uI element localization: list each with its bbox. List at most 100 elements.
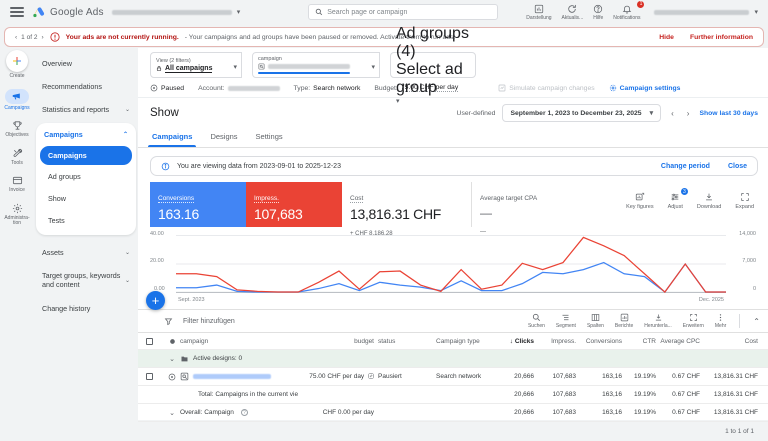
create-button[interactable]: Create xyxy=(6,50,28,80)
campaign-settings-link[interactable]: Campaign settings xyxy=(609,84,681,92)
nav-item-ad-groups[interactable]: Ad groups xyxy=(36,165,136,187)
metric-card-impressions[interactable]: Impress. 107,683 - 8,369 xyxy=(246,182,342,227)
table-columns-button[interactable]: Spalten xyxy=(587,313,604,329)
nav-item-assets[interactable]: Assets⌄ xyxy=(34,241,138,264)
search-campaign-icon xyxy=(180,372,189,381)
metric-card-target-cpa[interactable]: Average target CPA — — xyxy=(472,182,602,227)
alert-next-icon[interactable]: › xyxy=(41,34,43,41)
rail-item-objectives[interactable]: Objectives xyxy=(5,120,28,139)
alert-prev-icon[interactable]: ‹ xyxy=(15,34,17,41)
rail-item-tools[interactable]: Tools xyxy=(11,148,23,167)
nav-item-show[interactable]: Show xyxy=(36,187,136,209)
cell-budget[interactable]: 75.00 CHF per day xyxy=(298,373,378,380)
nav-item-target-groups[interactable]: Target groups, keywords and content⌄ xyxy=(34,264,138,297)
redacted-user-email xyxy=(654,10,749,15)
add-campaign-fab[interactable]: + xyxy=(146,291,165,310)
alert-more-link[interactable]: Further information xyxy=(690,34,753,41)
tab-campaigns[interactable]: Campaigns xyxy=(152,132,192,147)
next-period-button[interactable]: › xyxy=(684,109,693,118)
notifications-button[interactable]: 1 Notifications xyxy=(613,4,640,21)
nav-item-overview[interactable]: Overview xyxy=(34,52,138,75)
help-button[interactable]: Hilfe xyxy=(593,4,603,21)
performance-chart[interactable]: 40.00 20.00 0.00 14,000 7,000 0 Sept. 20… xyxy=(150,231,756,303)
user-account-menu[interactable]: ▾ xyxy=(654,8,758,16)
chevron-down-icon[interactable]: ⌄ xyxy=(169,409,175,417)
darstellung-button[interactable]: Darstellung xyxy=(526,4,551,21)
campaign-filter-dropdown[interactable]: campaign ▾ xyxy=(252,52,380,78)
toolbar-divider xyxy=(739,314,740,328)
col-impress[interactable]: Impress. xyxy=(538,338,580,345)
rail-item-campaigns[interactable]: Campaigns xyxy=(4,89,29,112)
chart-svg xyxy=(176,235,726,293)
tab-designs[interactable]: Designs xyxy=(210,132,237,147)
table-more-button[interactable]: Mehr xyxy=(715,313,726,329)
expand-button[interactable]: Expand xyxy=(735,192,754,227)
col-conversions[interactable]: Conversions xyxy=(580,338,626,345)
col-clicks[interactable]: ↓ Clicks xyxy=(498,338,538,345)
nav-item-campaigns-selected[interactable]: Campaigns xyxy=(40,146,132,165)
col-cpc[interactable]: Average CPC xyxy=(660,338,704,345)
key-figures-button[interactable]: Key figures xyxy=(626,192,654,227)
bell-icon xyxy=(622,4,632,14)
redacted-campaign-link[interactable] xyxy=(193,374,271,379)
filter-input[interactable]: Filter hinzufügen xyxy=(183,318,235,325)
table-tools: Suchen Segment Spalten Berichte xyxy=(528,313,760,329)
nav-group-campaigns-header[interactable]: Campaigns⌃ xyxy=(36,123,136,146)
topbar-actions: Darstellung Aktualis... Hilfe 1 Notifica… xyxy=(526,4,640,21)
trophy-icon xyxy=(12,120,23,131)
view-filter-dropdown[interactable]: View (2 filters) All campaigns ▾ xyxy=(150,52,242,78)
alert-hide-link[interactable]: Hide xyxy=(659,34,674,41)
segment-icon xyxy=(561,313,570,322)
simulate-icon xyxy=(498,84,506,92)
refresh-button[interactable]: Aktualis... xyxy=(562,4,584,21)
nav-item-recommendations[interactable]: Recommendations xyxy=(34,75,138,98)
table-segment-button[interactable]: Segment xyxy=(556,313,576,329)
collapse-toolbar-icon[interactable]: ⌃ xyxy=(753,317,760,326)
table-reports-button[interactable]: Berichte xyxy=(615,313,633,329)
chevron-down-icon[interactable]: ⌄ xyxy=(169,355,175,363)
col-cost[interactable]: Cost xyxy=(704,338,762,345)
paused-status[interactable]: Paused xyxy=(150,84,184,92)
col-campaign[interactable]: campaign xyxy=(180,338,298,345)
chevron-down-icon: ▾ xyxy=(371,63,375,71)
rail-item-administration[interactable]: Administra- tion xyxy=(2,203,32,227)
col-ctr[interactable]: CTR xyxy=(626,338,660,345)
filter-funnel-icon[interactable] xyxy=(164,317,173,326)
select-all-checkbox[interactable] xyxy=(146,338,153,345)
previous-period-button[interactable]: ‹ xyxy=(668,109,677,118)
metric-card-conversions[interactable]: Conversions 163.16 + 161.16 xyxy=(150,182,246,227)
info-banner-text: You are viewing data from 2023-09-01 to … xyxy=(177,163,341,170)
top-bar: Google Ads ▾ Search page or campaign Dar… xyxy=(0,0,768,24)
close-banner-link[interactable]: Close xyxy=(728,163,747,170)
table-expand-button[interactable]: Erweitern xyxy=(683,313,704,329)
edit-pencil-icon[interactable] xyxy=(368,373,374,379)
adjust-button[interactable]: 3 Adjust xyxy=(668,192,683,227)
account-selector[interactable]: ▾ xyxy=(112,8,241,16)
rail-item-invoice[interactable]: Invoice xyxy=(9,175,25,194)
date-range-type: User-defined xyxy=(457,110,496,117)
show-last-30-days-link[interactable]: Show last 30 days xyxy=(699,110,758,117)
filter-bar: View (2 filters) All campaigns ▾ campaig… xyxy=(138,48,768,78)
col-budget[interactable]: budget xyxy=(298,338,378,345)
nav-item-change-history[interactable]: Change history xyxy=(34,297,138,320)
download-button[interactable]: Download xyxy=(697,192,721,227)
table-search-button[interactable]: Suchen xyxy=(528,313,545,329)
menu-icon[interactable] xyxy=(10,7,24,17)
tab-settings[interactable]: Settings xyxy=(256,132,283,147)
ad-group-dropdown[interactable]: Ad groups (4) Select ad group ▾ xyxy=(390,52,476,78)
col-type[interactable]: Campaign type xyxy=(436,338,498,345)
nav-item-statistics[interactable]: Statistics and reports⌄ xyxy=(34,98,138,121)
change-period-link[interactable]: Change period xyxy=(661,163,710,170)
table-download-button[interactable]: Herunterla... xyxy=(644,313,672,329)
campaign-row[interactable]: 75.00 CHF per day Pausiert Search networ… xyxy=(138,368,768,386)
cell-status: Pausiert xyxy=(378,373,436,380)
col-status[interactable]: status xyxy=(378,338,436,345)
search-input[interactable]: Search page or campaign xyxy=(308,4,498,20)
paused-status-icon[interactable] xyxy=(168,373,176,381)
search-placeholder: Search page or campaign xyxy=(327,9,407,16)
date-range-dropdown[interactable]: September 1, 2023 to December 23, 2025 ▾ xyxy=(502,104,661,122)
nav-item-tests[interactable]: Tests xyxy=(36,209,136,231)
metric-card-cost[interactable]: Cost 13,816.31 CHF + CHF 8,186.28 xyxy=(342,182,472,227)
group-row-active-designs[interactable]: ⌄ Active designs: 0 xyxy=(138,350,768,368)
row-checkbox[interactable] xyxy=(146,373,153,380)
